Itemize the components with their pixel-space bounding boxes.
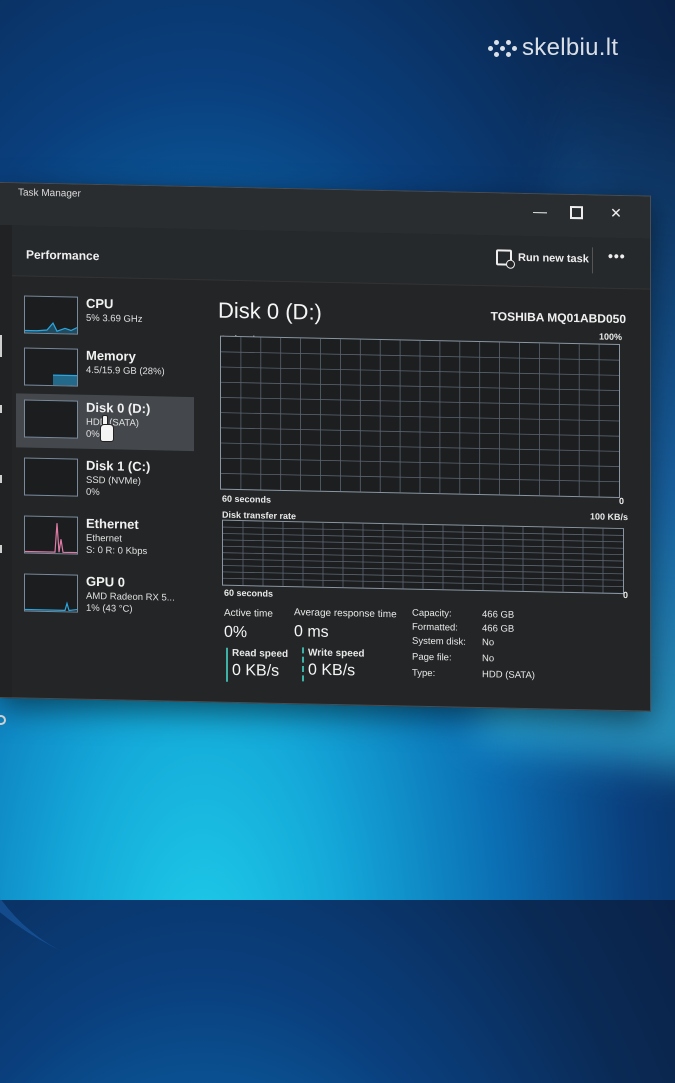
active-time-graph-max: 100% xyxy=(598,331,622,343)
sidebar-item-detail: 4.5/15.9 GB (28%) xyxy=(86,364,165,378)
gpu-mini-graph xyxy=(24,573,78,613)
write-speed-indicator xyxy=(302,647,304,682)
formatted-value: 466 GB xyxy=(482,623,515,635)
transfer-rate-graph-min: 0 xyxy=(622,590,628,601)
maximize-icon xyxy=(569,205,583,220)
write-speed-label: Write speed xyxy=(308,647,365,660)
disk-model: TOSHIBA MQ01ABD050 xyxy=(490,309,626,327)
more-options-button[interactable]: ••• xyxy=(608,248,626,264)
memory-mini-graph xyxy=(24,347,78,387)
maximize-button[interactable] xyxy=(562,201,590,224)
formatted-key: Formatted: xyxy=(412,621,458,634)
system-disk-key: System disk: xyxy=(412,635,466,648)
sidebar-item-memory[interactable]: Memory 4.5/15.9 GB (28%) xyxy=(16,341,194,399)
sidebar-item-disk-1[interactable]: Disk 1 (C:) SSD (NVMe) 0% xyxy=(16,451,194,509)
nav-startup-icon[interactable] xyxy=(0,475,10,484)
disk-1-mini-graph xyxy=(24,457,78,497)
sidebar-item-detail: SSD (NVMe) xyxy=(86,474,141,487)
sidebar-item-ethernet[interactable]: Ethernet Ethernet S: 0 R: 0 Kbps xyxy=(16,509,194,567)
run-task-icon xyxy=(496,249,512,266)
sidebar-item-cpu[interactable]: CPU 5% 3.69 GHz xyxy=(16,289,194,347)
read-speed-value: 0 KB/s xyxy=(232,661,280,680)
run-new-task-label: Run new task xyxy=(518,251,589,266)
type-value: HDD (SATA) xyxy=(482,669,535,682)
watermark-text: skelbiu.lt xyxy=(522,34,619,61)
window-title: Task Manager xyxy=(18,187,81,200)
page-file-key: Page file: xyxy=(412,651,452,664)
capacity-value: 466 GB xyxy=(482,609,515,621)
nav-performance-icon[interactable] xyxy=(0,335,10,358)
cursor-palm xyxy=(100,424,114,442)
active-time-grid xyxy=(221,337,619,497)
sidebar-item-usage: 0% xyxy=(86,486,100,499)
sidebar-item-detail: AMD Radeon RX 5... xyxy=(86,590,175,604)
avg-response-label: Average response time xyxy=(294,607,397,621)
ethernet-mini-graph xyxy=(24,515,78,555)
sidebar-item-detail: Ethernet xyxy=(86,532,122,545)
disk-details-panel: Disk 0 (D:) TOSHIBA MQ01ABD050 Active ti… xyxy=(216,286,630,711)
page-title: Performance xyxy=(26,247,100,264)
active-time-value: 0% xyxy=(224,623,248,642)
nav-history-icon[interactable] xyxy=(0,405,10,414)
sidebar-item-name: Disk 1 (C:) xyxy=(86,457,151,475)
transfer-rate-graph-max: 100 KB/s xyxy=(589,511,628,523)
sidebar-item-name: Ethernet xyxy=(86,515,139,532)
active-time-graph xyxy=(220,335,620,498)
avg-response-value: 0 ms xyxy=(294,623,329,641)
run-new-task-button[interactable]: Run new task xyxy=(496,249,589,267)
sidebar-item-name: Memory xyxy=(86,347,136,364)
sidebar-item-gpu-0[interactable]: GPU 0 AMD Radeon RX 5... 1% (43 °C) xyxy=(16,567,194,625)
transfer-rate-graph-duration: 60 seconds xyxy=(224,587,274,599)
watermark-logo-icon xyxy=(488,38,518,60)
header-divider xyxy=(592,247,593,274)
sidebar-item-usage: 0% xyxy=(86,428,100,441)
active-time-graph-duration: 60 seconds xyxy=(222,493,272,505)
sidebar-item-name: Disk 0 (D:) xyxy=(86,399,151,417)
nav-rail xyxy=(0,225,12,726)
sidebar-item-usage: S: 0 R: 0 Kbps xyxy=(86,544,148,558)
disk-0-mini-graph xyxy=(24,399,78,439)
cpu-mini-graph xyxy=(24,295,78,335)
sidebar-item-detail: 5% 3.69 GHz xyxy=(86,312,143,325)
capacity-key: Capacity: xyxy=(412,607,452,620)
active-time-graph-min: 0 xyxy=(618,495,624,507)
transfer-rate-graph xyxy=(222,519,624,595)
read-speed-indicator xyxy=(226,647,228,682)
system-disk-value: No xyxy=(482,637,495,649)
sidebar-item-name: CPU xyxy=(86,295,114,312)
sidebar-item-usage: 1% (43 °C) xyxy=(86,602,133,615)
active-time-label: Active time xyxy=(224,607,273,620)
sidebar-item-name: GPU 0 xyxy=(86,573,126,590)
type-key: Type: xyxy=(412,667,436,680)
performance-sidebar: CPU 5% 3.69 GHz Memory 4.5/15.9 GB (28%)… xyxy=(16,289,198,691)
transfer-rate-grid xyxy=(223,521,623,593)
close-button[interactable]: ✕ xyxy=(602,202,630,225)
task-manager-window: Task Manager — ✕ Performance Run new tas… xyxy=(0,182,651,726)
write-speed-value: 0 KB/s xyxy=(308,661,356,680)
minimize-button[interactable]: — xyxy=(526,200,554,223)
disk-title: Disk 0 (D:) xyxy=(218,297,322,325)
nav-users-icon[interactable] xyxy=(0,545,10,554)
read-speed-label: Read speed xyxy=(232,647,289,661)
page-file-value: No xyxy=(482,653,495,665)
